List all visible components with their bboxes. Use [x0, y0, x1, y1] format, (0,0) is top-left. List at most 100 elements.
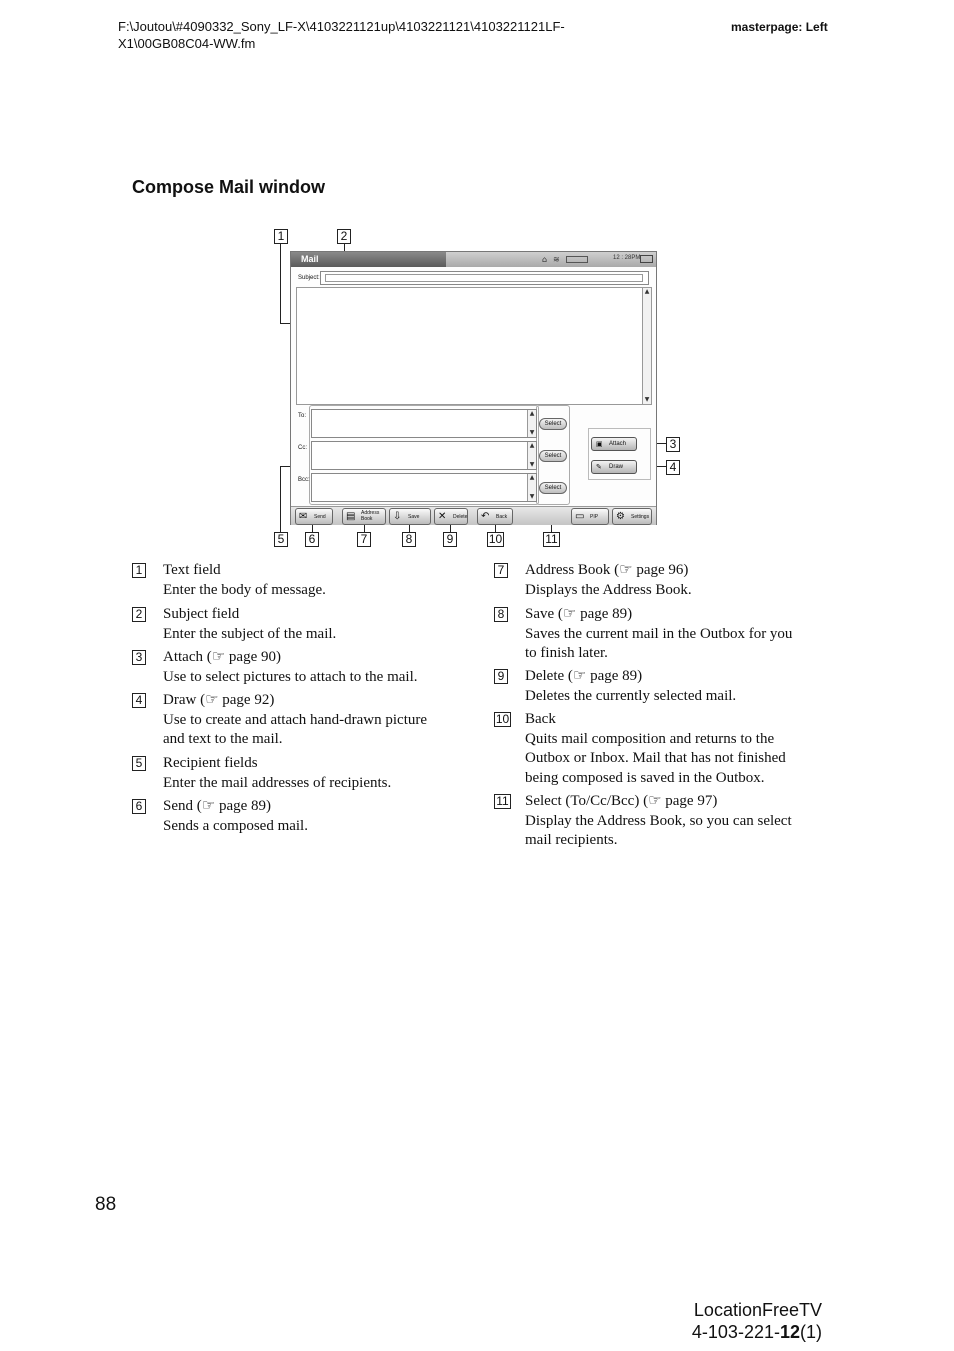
- desc-item-7: 7 Address Book (☞ page 96) Displays the A…: [494, 561, 834, 600]
- save-button[interactable]: ⇩ Save: [389, 508, 431, 525]
- window-title: Mail: [301, 254, 319, 264]
- pen-icon: ✎: [596, 463, 602, 471]
- desc-line: Outbox or Inbox. Mail that has not finis…: [525, 750, 786, 766]
- desc-item-3: 3 Attach (☞ page 90) Use to select pictur…: [132, 648, 477, 687]
- home-icon: ⌂: [542, 255, 548, 264]
- callout-8: 8: [402, 532, 416, 547]
- select-bcc-button[interactable]: Select: [539, 482, 567, 494]
- back-label: Back: [496, 514, 508, 520]
- scroll-up-icon[interactable]: ▲: [528, 410, 536, 418]
- address-book-label: Address Book: [361, 510, 380, 522]
- desc-num: 4: [132, 693, 146, 708]
- masterpage-label: masterpage: Left: [731, 20, 828, 34]
- base-icon: [566, 256, 588, 263]
- scroll-down-icon[interactable]: ▼: [643, 396, 651, 404]
- desc-line: Quits mail composition and returns to th…: [525, 730, 775, 747]
- battery-icon: [640, 255, 653, 263]
- desc-num: 3: [132, 650, 146, 665]
- subject-field[interactable]: [320, 271, 649, 285]
- scroll-down-icon[interactable]: ▼: [528, 493, 536, 501]
- delete-button[interactable]: ✕ Delete: [434, 508, 468, 525]
- pip-icon: ▭: [575, 511, 585, 522]
- desc-line: Saves the current mail in the Outbox for…: [525, 625, 793, 642]
- clock: 12 : 28PM: [613, 255, 641, 261]
- desc-item-11: 11 Select (To/Cc/Bcc) (☞ page 97) Display…: [494, 792, 834, 851]
- desc-line: Use to select pictures to attach to the …: [163, 668, 418, 685]
- desc-num: 10: [494, 712, 511, 727]
- desc-line: Sends a composed mail.: [163, 817, 308, 834]
- bcc-scrollbar[interactable]: ▲ ▼: [527, 474, 536, 501]
- send-button[interactable]: ✉ Send: [295, 508, 333, 525]
- callout-6: 6: [305, 532, 319, 547]
- callout-1: 1: [274, 229, 288, 244]
- desc-title: Address Book (☞ page 96): [525, 562, 689, 578]
- body-scrollbar[interactable]: ▲ ▼: [642, 288, 651, 404]
- signal-icon: ≋: [553, 255, 560, 264]
- desc-line: to finish later.: [525, 645, 608, 661]
- callout-3: 3: [666, 437, 680, 452]
- pip-button[interactable]: ▭ PIP: [571, 508, 609, 525]
- bcc-field[interactable]: ▲ ▼: [311, 473, 537, 502]
- desc-num: 8: [494, 607, 508, 622]
- back-icon: ↶: [481, 511, 490, 522]
- image-icon: ▣: [596, 440, 603, 448]
- send-icon: ✉: [299, 511, 308, 522]
- settings-icon: ⚙: [616, 511, 625, 522]
- desc-line: Enter the mail addresses of recipients.: [163, 774, 392, 791]
- desc-item-4: 4 Draw (☞ page 92) Use to create and atta…: [132, 691, 477, 750]
- delete-icon: ✕: [438, 511, 447, 522]
- desc-title: Recipient fields: [163, 755, 258, 771]
- scroll-up-icon[interactable]: ▲: [528, 474, 536, 482]
- select-to-button[interactable]: Select: [539, 418, 567, 430]
- page-number: 88: [95, 1194, 117, 1215]
- callout-4: 4: [666, 460, 680, 475]
- footer-code-suffix: (1): [800, 1322, 822, 1342]
- draw-button[interactable]: ✎ Draw: [591, 460, 637, 474]
- desc-item-9: 9 Delete (☞ page 89) Deletes the currentl…: [494, 667, 834, 706]
- desc-num: 1: [132, 563, 146, 578]
- leader-line-5: [280, 466, 281, 532]
- desc-num: 11: [494, 794, 511, 809]
- settings-label: Settings: [631, 514, 650, 520]
- settings-button[interactable]: ⚙ Settings: [612, 508, 652, 525]
- scroll-up-icon[interactable]: ▲: [528, 442, 536, 450]
- file-path-line-2: X1\00GB08C04-WW.fm: [118, 36, 256, 51]
- to-scrollbar[interactable]: ▲ ▼: [527, 410, 536, 437]
- desc-line: and text to the mail.: [163, 731, 283, 747]
- back-button[interactable]: ↶ Back: [477, 508, 513, 525]
- desc-num: 9: [494, 669, 508, 684]
- desc-item-1: 1 Text field Enter the body of message.: [132, 561, 477, 600]
- callout-9: 9: [443, 532, 457, 547]
- desc-num: 6: [132, 799, 146, 814]
- desc-item-2: 2 Subject field Enter the subject of the …: [132, 605, 477, 644]
- address-book-icon: ▤: [346, 511, 356, 522]
- desc-num: 5: [132, 756, 146, 771]
- footer-code-bold: 12: [779, 1322, 800, 1342]
- select-cc-button[interactable]: Select: [539, 450, 567, 462]
- footer: LocationFreeTV 4-103-221-12(1): [692, 1299, 822, 1343]
- cc-field[interactable]: ▲ ▼: [311, 441, 537, 470]
- desc-title: Text field: [163, 562, 221, 578]
- body-text-field[interactable]: ▲ ▼: [296, 287, 652, 405]
- attach-label: Attach: [609, 441, 627, 447]
- desc-title: Delete (☞ page 89): [525, 668, 643, 684]
- desc-title: Draw (☞ page 92): [163, 692, 275, 708]
- to-label: To:: [298, 413, 307, 419]
- cc-scrollbar[interactable]: ▲ ▼: [527, 442, 536, 469]
- address-book-button[interactable]: ▤ Address Book: [342, 508, 386, 525]
- scroll-down-icon[interactable]: ▼: [528, 461, 536, 469]
- scroll-up-icon[interactable]: ▲: [643, 288, 651, 296]
- file-path-header: F:\Joutou\#4090332_Sony_LF-X\4103221121u…: [118, 18, 638, 52]
- to-field[interactable]: ▲ ▼: [311, 409, 537, 438]
- desc-line: Enter the subject of the mail.: [163, 625, 337, 642]
- scroll-down-icon[interactable]: ▼: [528, 429, 536, 437]
- desc-title: Save (☞ page 89): [525, 606, 633, 622]
- desc-item-5: 5 Recipient fields Enter the mail address…: [132, 754, 477, 793]
- desc-num: 7: [494, 563, 508, 578]
- bcc-label: Bcc:: [298, 477, 310, 483]
- save-label: Save: [408, 514, 420, 520]
- cc-label: Cc:: [298, 445, 307, 451]
- attach-button[interactable]: ▣ Attach: [591, 437, 637, 451]
- desc-line: Displays the Address Book.: [525, 581, 692, 598]
- subject-input[interactable]: [325, 274, 643, 282]
